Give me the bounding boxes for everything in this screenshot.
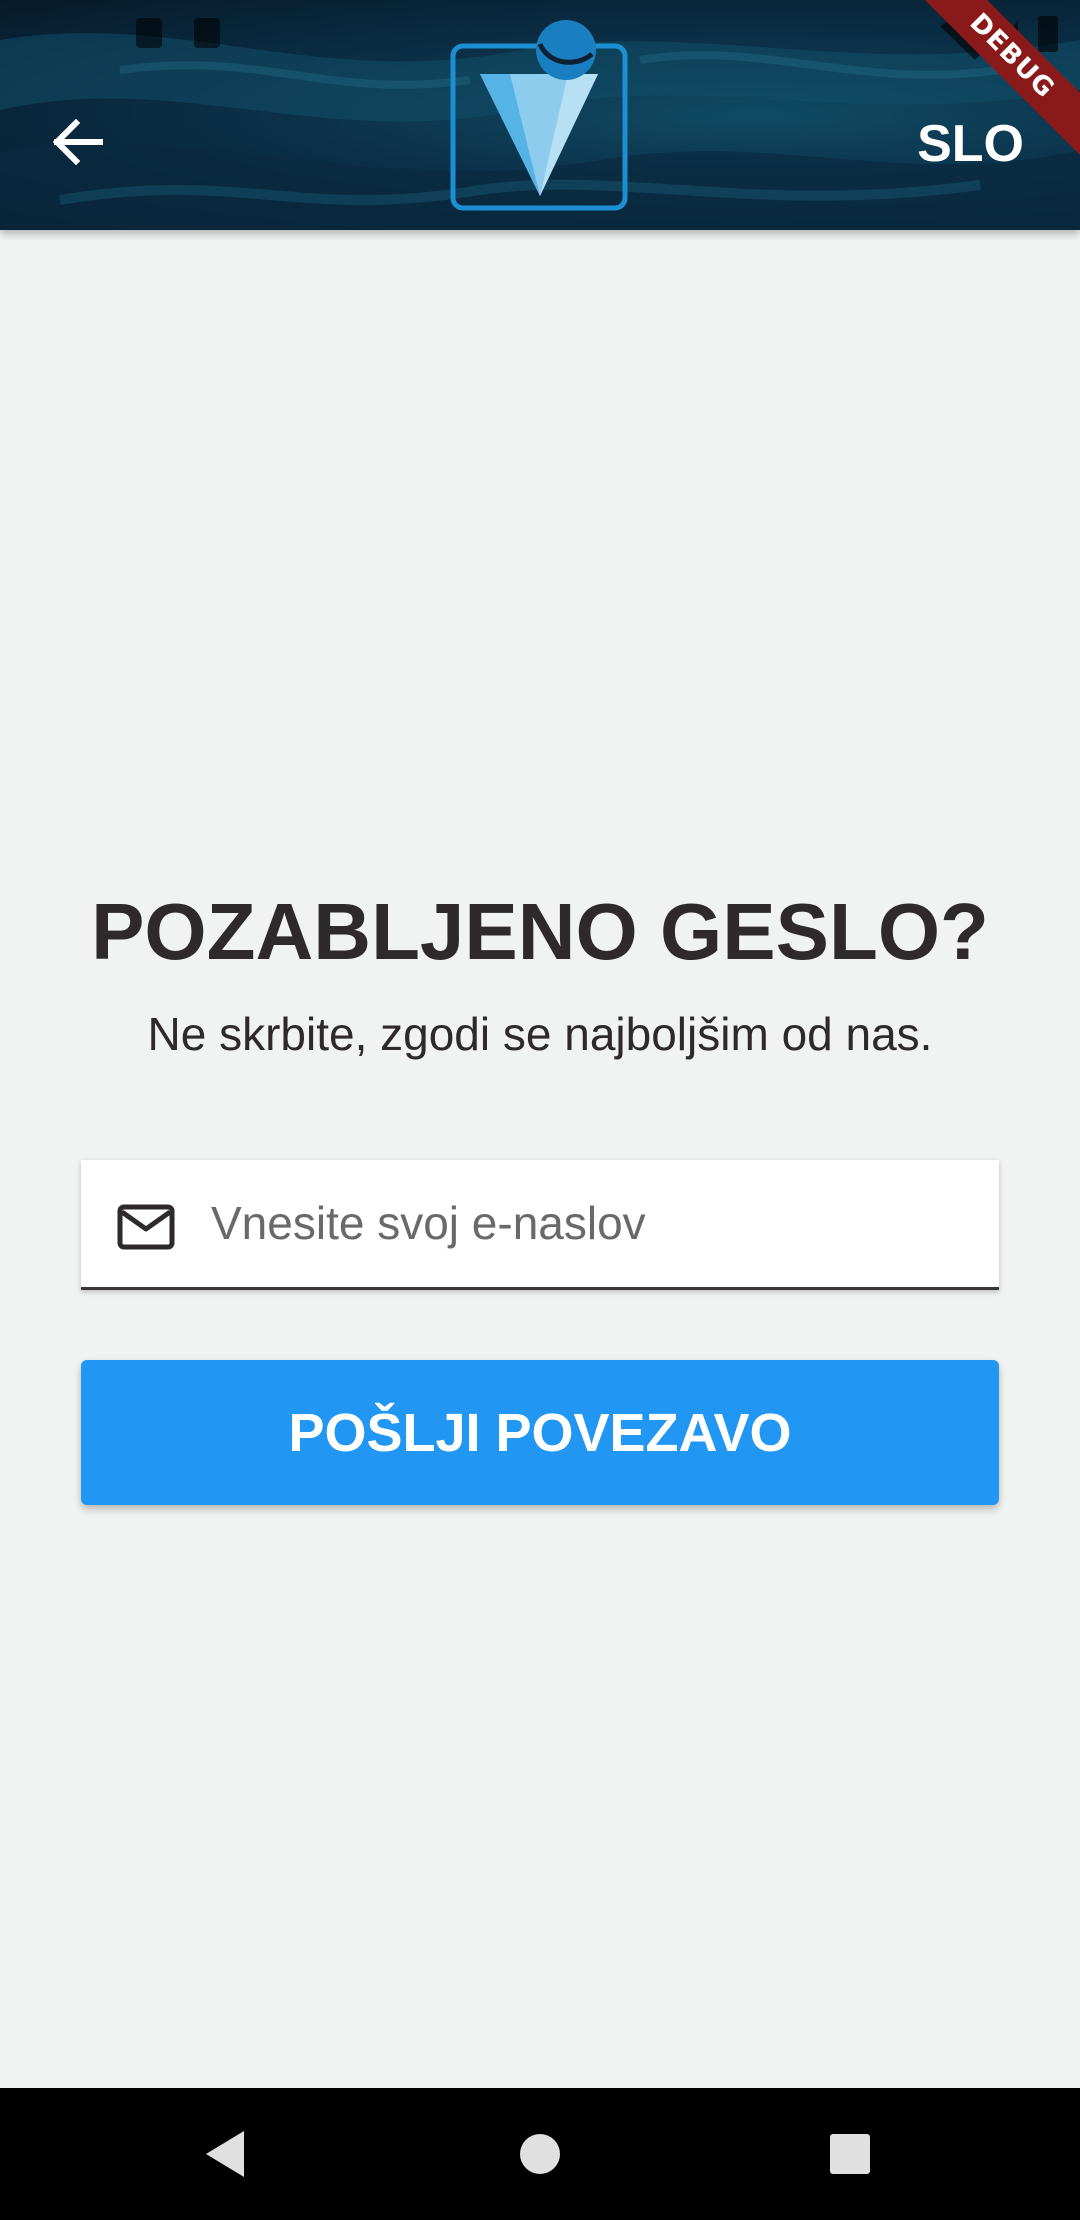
notification-icon: [136, 18, 162, 48]
mail-icon: [117, 1204, 175, 1250]
forgot-password-screen: SLO DEBUG POZABLJENO GESLO? Ne skrbite, …: [0, 0, 1080, 2220]
navigation-bar: [0, 2088, 1080, 2220]
email-input[interactable]: [211, 1180, 971, 1266]
nav-back-icon: [206, 2131, 244, 2177]
notification-icon: [194, 18, 220, 48]
back-button[interactable]: [40, 104, 116, 180]
nav-recents-icon: [830, 2134, 870, 2174]
arrow-left-icon: [52, 119, 103, 165]
nav-home-icon: [520, 2134, 560, 2174]
v-logo-icon: [450, 20, 628, 211]
send-link-button[interactable]: POŠLJI POVEZAVO: [81, 1360, 999, 1505]
battery-icon: [1038, 16, 1058, 52]
page-subtitle: Ne skrbite, zgodi se najboljšim od nas.: [147, 1008, 933, 1060]
page-title: POZABLJENO GESLO?: [91, 887, 989, 976]
email-field[interactable]: [81, 1160, 999, 1290]
app-header: SLO DEBUG: [0, 0, 1080, 230]
send-link-button-label: POŠLJI POVEZAVO: [288, 1402, 792, 1463]
language-selector[interactable]: SLO: [917, 112, 1024, 176]
nav-home-button[interactable]: [504, 2118, 576, 2190]
nav-back-button[interactable]: [190, 2118, 262, 2190]
nav-recents-button[interactable]: [814, 2118, 886, 2190]
